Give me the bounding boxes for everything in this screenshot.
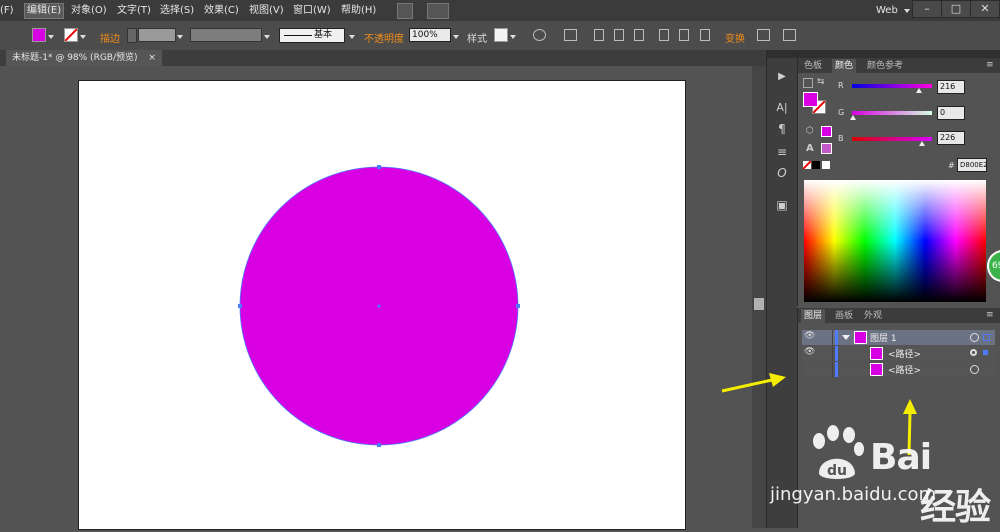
watermark-url: jingyan.baidu.com [770, 484, 937, 505]
arrow-head-icon [769, 373, 786, 387]
watermark-brand-latin: Bai [870, 437, 932, 478]
svg-text:du: du [827, 463, 847, 479]
baidu-paw-logo: du [813, 425, 864, 479]
arrow-head-icon [903, 399, 917, 414]
annotation-arrow-horizontal [721, 378, 773, 393]
